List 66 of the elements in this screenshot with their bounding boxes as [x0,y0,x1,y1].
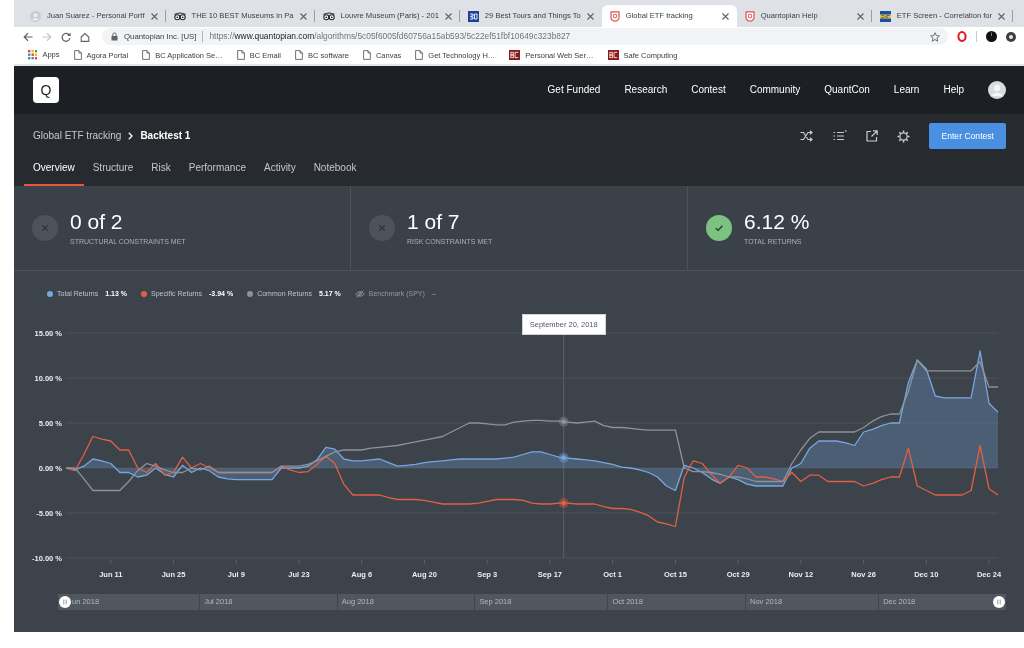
extension-icon[interactable] [986,31,997,42]
page-icon [415,50,424,60]
page-icon [236,50,245,60]
owl-icon [322,11,335,21]
shuffle-icon[interactable] [800,130,815,142]
close-icon[interactable] [998,12,1006,20]
logo-icon [607,50,619,60]
profile-icon[interactable] [1006,31,1016,42]
nav-link[interactable]: Research [624,84,668,96]
range-handle[interactable] [59,596,71,608]
breadcrumb-current: Backtest 1 [140,130,191,142]
external-link-icon[interactable] [866,130,879,142]
lock-icon [111,32,118,41]
cross-icon [32,215,58,241]
apps-grid-icon [28,50,38,60]
logo-icon [467,10,479,22]
nav-link[interactable]: Learn [893,84,920,96]
nav-link[interactable]: Community [749,84,801,96]
page-icon [142,50,151,60]
list-icon[interactable] [833,130,848,142]
shield-icon [609,10,620,22]
url-text: https://www.quantopian.com/algorithms/5c05f6005fd60756a15ab593/5c22ef51fbf10649c323b827 [209,31,571,42]
page-icon [362,50,371,60]
nav-link[interactable]: Help [943,84,964,96]
reload-icon[interactable] [61,31,71,42]
bookmark-star-icon[interactable] [930,31,940,42]
logo-icon [509,50,521,60]
close-icon[interactable] [586,12,594,20]
page-icon [73,50,82,60]
hover-marker [558,452,569,463]
check-icon [706,215,732,241]
hover-marker [558,498,569,509]
close-icon[interactable] [444,12,452,20]
chevron-right-icon [128,132,134,140]
stat-value: 1 of 7 [407,209,461,233]
logo-icon [879,10,891,22]
hidden-eye-icon[interactable] [354,290,365,298]
range-handle[interactable] [993,596,1005,608]
close-icon[interactable] [856,12,864,20]
page-tab[interactable]: Overview [24,158,84,186]
nav-link[interactable]: QuantCon [824,84,870,96]
page-tab[interactable]: Risk [142,158,180,186]
page-tab[interactable]: Activity [254,158,305,186]
breadcrumb-link[interactable]: Global ETF tracking [33,130,122,142]
logo[interactable]: Q [33,77,59,103]
page-tab[interactable]: Notebook [304,158,366,186]
close-icon[interactable] [721,12,729,20]
page-tab[interactable]: Performance [179,158,255,186]
avatar-icon [30,10,41,22]
page-icon [295,50,303,60]
close-icon[interactable] [150,12,158,20]
avatar-icon[interactable] [988,81,1006,99]
page-tab[interactable]: Structure [83,158,143,186]
settings-icon[interactable] [897,129,911,143]
owl-icon [173,11,186,21]
cross-icon [369,215,395,241]
ring-icon[interactable] [957,31,967,42]
stat-value: 0 of 2 [70,209,124,233]
hover-marker [558,416,569,427]
home-icon[interactable] [80,31,90,42]
close-icon[interactable] [299,12,307,20]
nav-link[interactable]: Contest [691,84,726,96]
back-arrow-icon[interactable] [23,31,33,42]
shield-icon [744,10,755,22]
nav-link[interactable]: Get Funded [547,84,601,96]
stat-value: 6.12 % [744,209,810,233]
